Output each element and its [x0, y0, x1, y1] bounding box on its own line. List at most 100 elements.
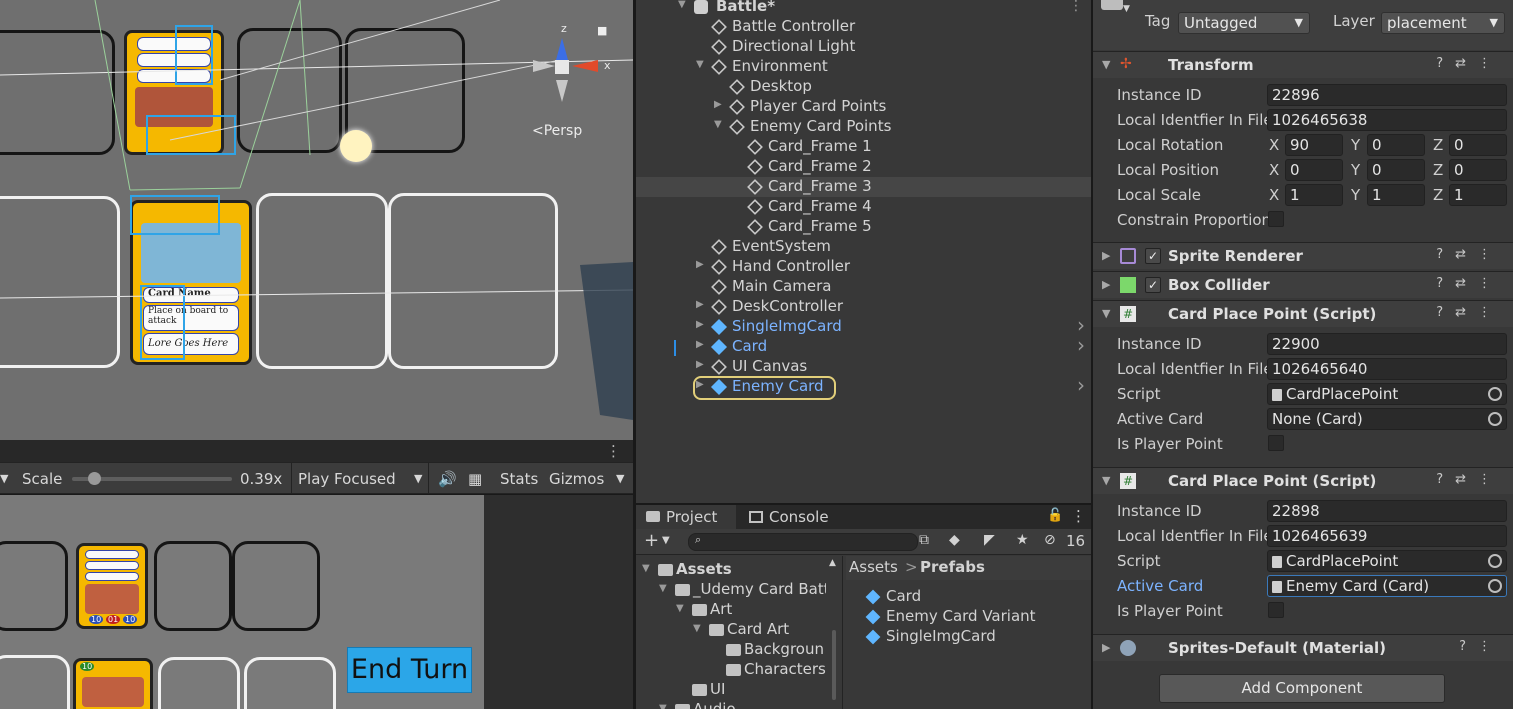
local-id-field[interactable]: 1026465639: [1267, 525, 1507, 547]
tag-dropdown[interactable]: Untagged ▼: [1178, 12, 1310, 34]
scale-x-field[interactable]: 1: [1285, 184, 1343, 206]
projection-toggle[interactable]: <Persp: [532, 123, 582, 139]
sprite-renderer-header[interactable]: ▶ ✓ Sprite Renderer ?⇄⋮: [1093, 242, 1513, 269]
project-tree-item[interactable]: ▼ Audio: [636, 700, 826, 709]
axis-z-label[interactable]: Z: [1433, 136, 1443, 154]
script-field[interactable]: CardPlacePoint: [1267, 383, 1507, 405]
chevron-down-icon[interactable]: ▼: [659, 583, 667, 594]
add-component-button[interactable]: Add Component: [1159, 674, 1445, 703]
project-tree-item[interactable]: ▼ Assets: [636, 560, 826, 580]
chevron-right-icon[interactable]: ▶: [1102, 249, 1110, 262]
hierarchy-item[interactable]: ▶ DeskController: [636, 297, 1091, 317]
card-place-point-header[interactable]: ▼ # Card Place Point (Script) ?⇄⋮: [1093, 467, 1513, 494]
hierarchy-item[interactable]: Card_Frame 4: [636, 197, 1091, 217]
chevron-down-icon[interactable]: ▼: [1102, 474, 1110, 487]
axis-x-label[interactable]: X: [1269, 136, 1279, 154]
layer-dropdown[interactable]: placement ▼: [1381, 12, 1505, 34]
project-tree-item[interactable]: Characters: [636, 660, 826, 680]
scrollbar-thumb[interactable]: [832, 630, 836, 700]
axis-z-label[interactable]: Z: [1433, 186, 1443, 204]
axis-y-label[interactable]: Y: [1351, 136, 1360, 154]
box-collider-header[interactable]: ▶ ✓ Box Collider ?⇄⋮: [1093, 271, 1513, 298]
hierarchy-item[interactable]: EventSystem: [636, 237, 1091, 257]
hierarchy-item[interactable]: ▶ UI Canvas: [636, 357, 1091, 377]
lock-icon[interactable]: 🔓: [1047, 508, 1063, 523]
gizmos-button[interactable]: Gizmos: [549, 470, 604, 488]
hierarchy-item[interactable]: ▶ Player Card Points: [636, 97, 1091, 117]
lock-icon[interactable]: ■: [597, 24, 607, 37]
open-prefab-chevron-icon[interactable]: ›: [1077, 333, 1085, 357]
rotation-x-field[interactable]: 90: [1285, 134, 1343, 156]
chevron-right-icon[interactable]: ▶: [696, 339, 704, 350]
chevron-right-icon[interactable]: ▶: [1102, 278, 1110, 291]
hierarchy-item[interactable]: ▶ SingleImgCard ›: [636, 313, 1091, 337]
chevron-right-icon[interactable]: ▶: [696, 359, 704, 370]
project-tree-item[interactable]: ▼ _Udemy Card Battl: [636, 580, 826, 600]
constrain-proportion-checkbox[interactable]: [1268, 211, 1284, 227]
project-tree-item[interactable]: UI: [636, 680, 826, 700]
hierarchy-item[interactable]: Card_Frame 2: [636, 157, 1091, 177]
object-picker-icon[interactable]: [1488, 387, 1502, 401]
breadcrumb-assets[interactable]: Assets: [849, 558, 898, 576]
more-options-icon[interactable]: ⋮: [606, 442, 621, 460]
hidden-eye-icon[interactable]: ⊘: [1044, 532, 1056, 548]
chevron-down-icon[interactable]: ▼: [696, 59, 704, 70]
hierarchy-item[interactable]: Card_Frame 5: [636, 217, 1091, 237]
hierarchy-item[interactable]: Card_Frame 3: [636, 177, 1091, 197]
rotation-z-field[interactable]: 0: [1449, 134, 1507, 156]
scene-header[interactable]: ▼ Battle* ⋮: [636, 0, 1091, 17]
chevron-down-icon[interactable]: ▼: [0, 472, 8, 485]
hierarchy-item[interactable]: ▼ Enemy Card Points: [636, 117, 1091, 137]
object-picker-icon[interactable]: [1488, 579, 1502, 593]
local-id-field[interactable]: 1026465640: [1267, 358, 1507, 380]
breadcrumb-prefabs[interactable]: Prefabs: [920, 558, 985, 576]
script-field[interactable]: CardPlacePoint: [1267, 550, 1507, 572]
axis-y-icon[interactable]: [556, 80, 568, 102]
local-id-field[interactable]: 1026465638: [1267, 109, 1507, 131]
component-tools[interactable]: ?⋮: [1459, 639, 1503, 654]
enabled-checkbox[interactable]: ✓: [1145, 248, 1161, 264]
open-prefab-chevron-icon[interactable]: ›: [1077, 373, 1085, 397]
gizmo-center-icon[interactable]: [555, 60, 569, 74]
position-z-field[interactable]: 0: [1449, 159, 1507, 181]
chevron-down-icon[interactable]: ▼: [678, 0, 686, 10]
hierarchy-item[interactable]: Directional Light: [636, 37, 1091, 57]
project-search-input[interactable]: ⌕: [688, 533, 918, 551]
position-x-field[interactable]: 0: [1285, 159, 1343, 181]
scene-view[interactable]: Card Name Place on board to attack Lore …: [0, 0, 633, 440]
project-tree-item[interactable]: ▼ Card Art: [636, 620, 826, 640]
hierarchy-item[interactable]: Main Camera: [636, 277, 1091, 297]
rotation-y-field[interactable]: 0: [1367, 134, 1425, 156]
hierarchy-item[interactable]: Battle Controller: [636, 17, 1091, 37]
component-tools[interactable]: ?⇄⋮: [1436, 56, 1503, 71]
card-place-point-header[interactable]: ▼ # Card Place Point (Script) ?⇄⋮: [1093, 300, 1513, 327]
keyboard-icon[interactable]: ▦: [468, 470, 482, 488]
axis-x-label[interactable]: X: [1269, 161, 1279, 179]
axis-neg-x-icon[interactable]: [533, 60, 555, 72]
project-tree-item[interactable]: ▼ Art: [636, 600, 826, 620]
stats-button[interactable]: Stats: [500, 470, 538, 488]
tree-scrollbar[interactable]: ▲: [829, 558, 838, 708]
play-mode-dropdown[interactable]: Play Focused ▼: [291, 463, 429, 493]
instance-id-field[interactable]: 22900: [1267, 333, 1507, 355]
component-tools[interactable]: ?⇄⋮: [1436, 472, 1503, 487]
game-enemy-card[interactable]: 10 01 10: [76, 543, 148, 629]
axis-x-icon[interactable]: [572, 60, 598, 72]
chevron-right-icon[interactable]: ▶: [696, 319, 704, 330]
game-player-card[interactable]: 10: [73, 658, 153, 709]
speaker-icon[interactable]: 🔊: [438, 470, 457, 488]
star-icon[interactable]: ★: [1016, 532, 1029, 548]
transform-header[interactable]: ▼ ✢ Transform ?⇄⋮: [1093, 51, 1513, 78]
label-icon[interactable]: ◤: [984, 532, 995, 548]
instance-id-field[interactable]: 22896: [1267, 84, 1507, 106]
plus-icon[interactable]: +: [644, 530, 659, 551]
chevron-down-icon[interactable]: ▼: [693, 623, 701, 634]
chevron-right-icon[interactable]: ▶: [696, 299, 704, 310]
component-tools[interactable]: ?⇄⋮: [1436, 247, 1503, 262]
more-options-icon[interactable]: ⋮: [1069, 0, 1083, 14]
chevron-right-icon[interactable]: ▶: [696, 259, 704, 270]
active-card-field[interactable]: None (Card): [1267, 408, 1507, 430]
axis-y-label[interactable]: Y: [1351, 186, 1360, 204]
object-picker-icon[interactable]: [1488, 412, 1502, 426]
more-options-icon[interactable]: ⋮: [1071, 507, 1086, 525]
